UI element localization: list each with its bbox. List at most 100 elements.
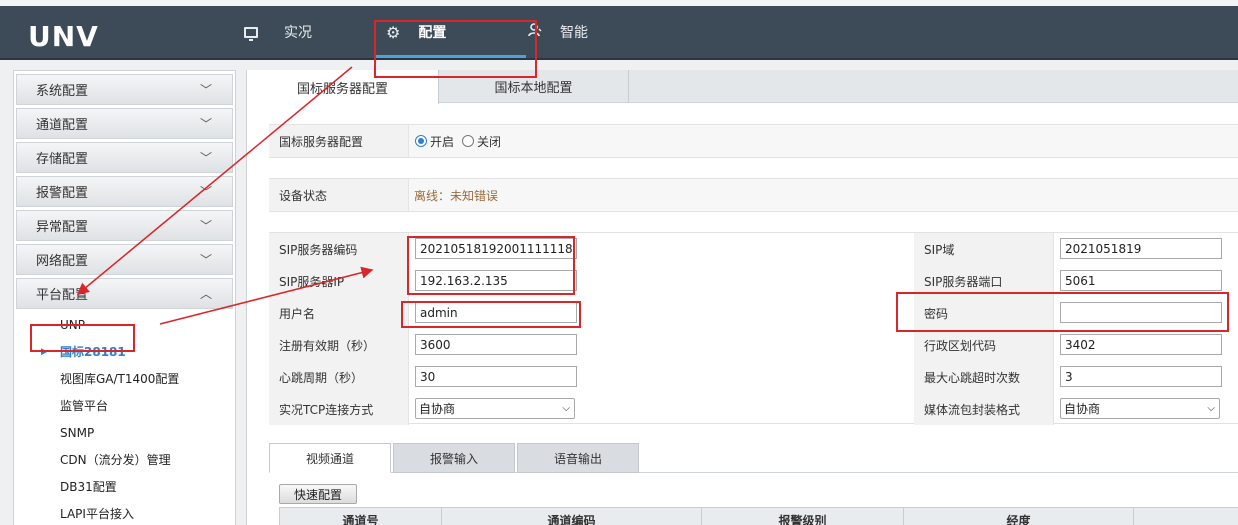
chevron-down-icon: ⌵	[1207, 403, 1215, 414]
server-config-options: 开启 关闭	[415, 125, 509, 157]
sidebar-item-gat1400[interactable]: 视图库GA/T1400配置	[14, 365, 235, 392]
sip-domain-label: SIP域	[914, 233, 1054, 265]
sidebar-item-label: DB31配置	[60, 480, 117, 494]
nav-live[interactable]: 实况	[244, 6, 312, 58]
table-header-channel-code[interactable]: 通道编码	[442, 508, 702, 525]
radio-off-label: 关闭	[477, 134, 502, 149]
sidebar-item-label: UNP	[60, 317, 85, 332]
tab-local-config[interactable]: 国标本地配置	[439, 70, 629, 103]
channel-subtabs: 视频通道 报警输入 语音输出	[269, 443, 1238, 473]
max-heartbeat-timeout-input[interactable]: 3	[1060, 366, 1222, 387]
subtab-video-channel[interactable]: 视频通道	[269, 443, 391, 473]
sidebar-item-db31[interactable]: DB31配置	[14, 473, 235, 500]
sidebar-category-label: 异常配置	[36, 220, 89, 235]
chevron-down-icon: ﹀	[199, 83, 212, 97]
sidebar-item-snmp[interactable]: SNMP	[14, 419, 235, 446]
sidebar-item-label: 视图库GA/T1400配置	[60, 372, 180, 386]
device-status-label: 设备状态	[269, 179, 409, 211]
radio-on-label: 开启	[430, 134, 455, 149]
max-heartbeat-timeout-label: 最大心跳超时次数	[914, 361, 1054, 393]
sip-server-port-label: SIP服务器端口	[914, 265, 1054, 297]
sip-server-ip-input[interactable]: 192.163.2.135	[415, 270, 577, 291]
sip-fields-section: SIP服务器编码 20210518192001111118 SIP域 20210…	[269, 232, 1238, 425]
sidebar-category-system[interactable]: 系统配置 ﹀	[16, 74, 233, 105]
sidebar-category-label: 平台配置	[36, 288, 89, 303]
sidebar-category-alarm[interactable]: 报警配置 ﹀	[16, 176, 233, 207]
nav-smart-label: 智能	[560, 25, 588, 41]
sidebar-item-label: SNMP	[60, 425, 95, 440]
stream-format-label: 媒体流包封装格式	[914, 393, 1054, 425]
nav-live-label: 实况	[284, 25, 312, 41]
nav-config-label: 配置	[418, 25, 447, 41]
radio-off[interactable]: 关闭	[462, 133, 501, 150]
sip-server-id-label: SIP服务器编码	[269, 233, 409, 265]
main-content: 国标服务器配置 国标本地配置 国标服务器配置 开启 关闭 设备状态 离线：未知错…	[246, 70, 1238, 525]
sip-server-id-input[interactable]: 20210518192001111118	[415, 238, 577, 259]
password-label: 密码	[914, 297, 1054, 329]
region-code-label: 行政区划代码	[914, 329, 1054, 361]
sidebar: 系统配置 ﹀ 通道配置 ﹀ 存储配置 ﹀ 报警配置 ﹀ 异常配置 ﹀ 网络配置 ﹀ 平台配置…	[13, 70, 236, 525]
chevron-up-icon: ︿	[199, 287, 212, 301]
caret-right-icon: ▶	[41, 346, 48, 357]
sidebar-category-channel[interactable]: 通道配置 ﹀	[16, 108, 233, 139]
chevron-down-icon: ﹀	[199, 151, 212, 165]
sip-server-port-input[interactable]: 5061	[1060, 270, 1222, 291]
sidebar-item-gb28181[interactable]: ▶ 国标28181	[14, 338, 235, 365]
sidebar-item-label: 监管平台	[60, 399, 109, 413]
reg-expiry-label: 注册有效期（秒）	[269, 329, 409, 361]
sidebar-category-label: 通道配置	[36, 118, 89, 133]
sidebar-item-label: LAPI平台接入	[60, 507, 134, 521]
radio-off-dot	[462, 135, 475, 147]
top-navigation-bar: UNV 实况 ⚙ 配置 智能	[0, 0, 1238, 60]
chevron-down-icon: ⌵	[562, 403, 570, 414]
radio-on[interactable]: 开启	[415, 133, 454, 150]
sidebar-category-storage[interactable]: 存储配置 ﹀	[16, 142, 233, 173]
chevron-down-icon: ﹀	[199, 185, 212, 199]
sidebar-item-lapi[interactable]: LAPI平台接入	[14, 500, 235, 525]
password-input[interactable]	[1060, 302, 1222, 323]
tcp-mode-label: 实况TCP连接方式	[269, 393, 409, 425]
heartbeat-input[interactable]: 30	[415, 366, 577, 387]
device-status-section: 设备状态 离线：未知错误	[269, 178, 1238, 212]
tab-server-config[interactable]: 国标服务器配置	[247, 70, 439, 104]
gear-icon: ⚙	[386, 22, 401, 42]
sip-domain-input[interactable]: 2021051819	[1060, 238, 1222, 259]
sidebar-category-platform[interactable]: 平台配置 ︿	[16, 278, 233, 309]
chevron-down-icon: ﹀	[199, 253, 212, 267]
nav-config[interactable]: ⚙ 配置	[375, 6, 528, 58]
username-input[interactable]: admin	[415, 302, 577, 323]
sidebar-category-label: 存储配置	[36, 152, 89, 167]
nav-smart[interactable]: 智能	[528, 6, 588, 58]
sidebar-category-label: 网络配置	[36, 254, 89, 269]
sidebar-item-supervision[interactable]: 监管平台	[14, 392, 235, 419]
tcp-mode-value: 自协商	[419, 402, 456, 416]
server-enable-section: 国标服务器配置 开启 关闭	[269, 124, 1238, 158]
server-config-label: 国标服务器配置	[269, 125, 409, 157]
sidebar-item-unp[interactable]: UNP	[14, 311, 235, 338]
sidebar-item-cdn[interactable]: CDN（流分发）管理	[14, 446, 235, 473]
sidebar-category-network[interactable]: 网络配置 ﹀	[16, 244, 233, 275]
quick-config-button[interactable]: 快速配置	[279, 484, 357, 504]
config-tabs: 国标服务器配置 国标本地配置	[247, 70, 1238, 104]
heartbeat-label: 心跳周期（秒）	[269, 361, 409, 393]
table-header-alarm-level[interactable]: 报警级别	[702, 508, 904, 525]
reg-expiry-input[interactable]: 3600	[415, 334, 577, 355]
region-code-input[interactable]: 3402	[1060, 334, 1222, 355]
subtab-audio-output[interactable]: 语音输出	[517, 443, 639, 473]
chevron-down-icon: ﹀	[199, 117, 212, 131]
sidebar-item-label: 国标28181	[60, 345, 126, 359]
sidebar-category-exception[interactable]: 异常配置 ﹀	[16, 210, 233, 241]
sidebar-item-label: CDN（流分发）管理	[60, 453, 171, 467]
sidebar-category-label: 报警配置	[36, 186, 89, 201]
radio-on-dot	[415, 135, 427, 147]
stream-format-select[interactable]: 自协商 ⌵	[1060, 398, 1220, 419]
brand-logo: UNV	[28, 20, 99, 53]
table-header-channel-no[interactable]: 通道号	[280, 508, 442, 525]
subtab-alarm-input[interactable]: 报警输入	[393, 443, 515, 473]
table-header-longitude[interactable]: 经度	[904, 508, 1134, 525]
sip-server-ip-label: SIP服务器IP	[269, 265, 409, 297]
stream-format-value: 自协商	[1064, 402, 1101, 416]
tcp-mode-select[interactable]: 自协商 ⌵	[415, 398, 575, 419]
sidebar-category-label: 系统配置	[36, 84, 89, 99]
chevron-down-icon: ﹀	[199, 219, 212, 233]
